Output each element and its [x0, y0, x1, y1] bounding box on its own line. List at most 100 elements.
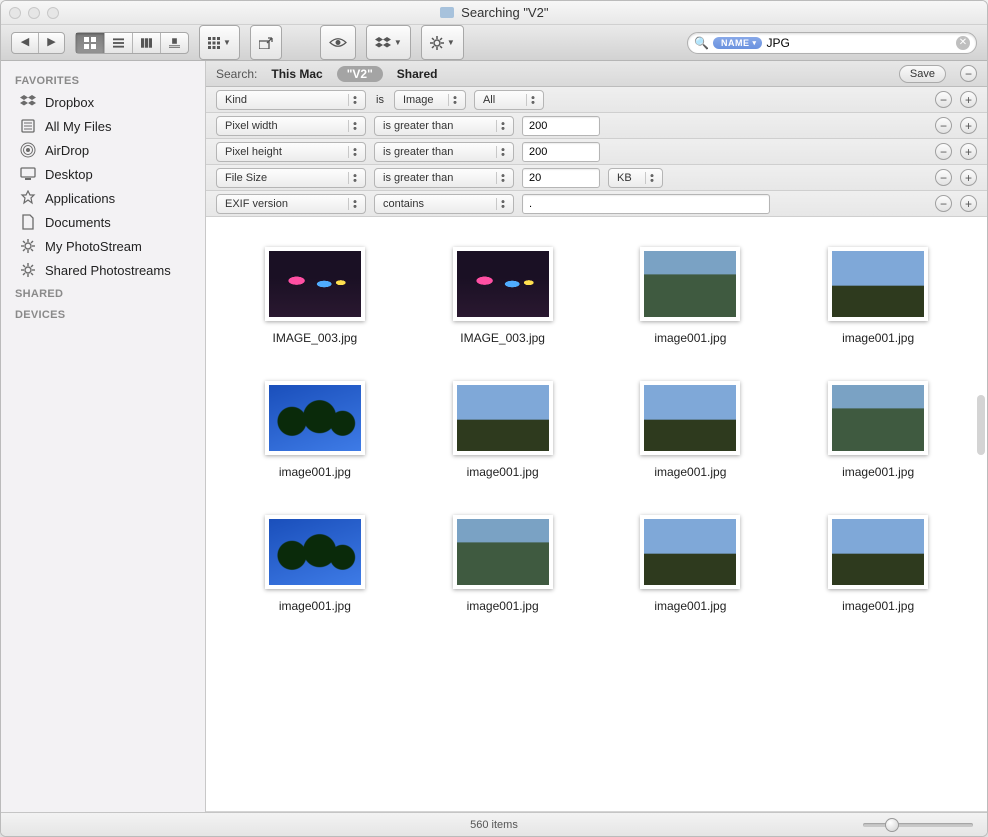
gear-icon [19, 237, 37, 255]
dropbox-button[interactable]: ▼ [366, 25, 411, 60]
view-columns-button[interactable] [132, 33, 160, 53]
remove-criteria-button[interactable]: − [935, 169, 952, 186]
file-name: image001.jpg [279, 465, 351, 479]
forward-button[interactable]: ▶ [38, 33, 64, 53]
sidebar-item-label: Dropbox [45, 95, 94, 110]
window-title: Searching "V2" [1, 5, 987, 20]
back-button[interactable]: ◀ [12, 33, 38, 53]
criteria-row: EXIF version contains −+ [206, 191, 987, 217]
results-area[interactable]: IMAGE_003.jpgIMAGE_003.jpgimage001.jpgim… [206, 217, 987, 811]
result-item[interactable]: image001.jpg [602, 515, 780, 613]
chevron-right-icon: ▶ [39, 33, 63, 53]
criteria-value-input[interactable] [522, 168, 600, 188]
search-field[interactable]: 🔍 NAME ✕ [687, 32, 977, 54]
view-list-button[interactable] [104, 33, 132, 53]
dropbox-icon [19, 93, 37, 111]
add-criteria-button[interactable]: + [960, 195, 977, 212]
desktop-icon [19, 165, 37, 183]
sidebar-header: SHARED [1, 282, 205, 303]
criteria-attribute-select[interactable]: Pixel height [216, 142, 366, 162]
sidebar-item-desktop[interactable]: Desktop [1, 162, 205, 186]
add-criteria-button[interactable]: + [960, 143, 977, 160]
sidebar-item-documents[interactable]: Documents [1, 210, 205, 234]
share-button[interactable] [250, 25, 282, 60]
remove-scope-button[interactable]: − [960, 65, 977, 82]
save-search-button[interactable]: Save [899, 65, 946, 83]
result-item[interactable]: image001.jpg [602, 247, 780, 345]
clear-search-button[interactable]: ✕ [956, 36, 970, 50]
thumbnail [453, 247, 553, 321]
add-criteria-button[interactable]: + [960, 91, 977, 108]
criteria-operator-select[interactable]: is greater than [374, 142, 514, 162]
window-title-text: Searching "V2" [461, 5, 548, 20]
criteria-unit-select[interactable]: KB [608, 168, 663, 188]
file-name: IMAGE_003.jpg [273, 331, 358, 345]
add-criteria-button[interactable]: + [960, 169, 977, 186]
sidebar-item-airdrop[interactable]: AirDrop [1, 138, 205, 162]
criteria-extra-select[interactable]: All [474, 90, 544, 110]
criteria-attribute-select[interactable]: Kind [216, 90, 366, 110]
criteria-value-select[interactable]: Image [394, 90, 466, 110]
zoom-slider[interactable] [863, 818, 973, 832]
action-button[interactable]: ▼ [421, 25, 464, 60]
quicklook-button[interactable] [320, 25, 356, 60]
criteria-operator-select[interactable]: contains [374, 194, 514, 214]
arrange-button[interactable]: ▼ [199, 25, 240, 60]
zoom-button[interactable] [47, 7, 59, 19]
chevron-down-icon: ▼ [394, 39, 402, 47]
thumbnail [828, 247, 928, 321]
scope-this-mac[interactable]: This Mac [271, 67, 322, 81]
result-item[interactable]: image001.jpg [602, 381, 780, 479]
search-token-name[interactable]: NAME [713, 37, 763, 49]
sidebar-item-all-my-files[interactable]: All My Files [1, 114, 205, 138]
criteria-attribute-select[interactable]: EXIF version [216, 194, 366, 214]
minimize-button[interactable] [28, 7, 40, 19]
criteria-operator-select[interactable]: is greater than [374, 116, 514, 136]
close-button[interactable] [9, 7, 21, 19]
result-item[interactable]: image001.jpg [414, 515, 592, 613]
scope-v2[interactable]: "V2" [337, 66, 383, 82]
result-item[interactable]: image001.jpg [789, 515, 967, 613]
criteria-attribute-select[interactable]: File Size [216, 168, 366, 188]
sidebar-item-applications[interactable]: Applications [1, 186, 205, 210]
result-item[interactable]: IMAGE_003.jpg [226, 247, 404, 345]
folder-icon [440, 7, 454, 18]
remove-criteria-button[interactable]: − [935, 91, 952, 108]
criteria-value-input[interactable] [522, 194, 770, 214]
grid-small-icon [208, 37, 220, 49]
airdrop-icon [19, 141, 37, 159]
thumbnail [265, 247, 365, 321]
remove-criteria-button[interactable]: − [935, 195, 952, 212]
titlebar: Searching "V2" [1, 1, 987, 25]
criteria-attribute-select[interactable]: Pixel width [216, 116, 366, 136]
share-icon [259, 37, 273, 49]
criteria-value-input[interactable] [522, 142, 600, 162]
gear-icon [19, 261, 37, 279]
result-item[interactable]: IMAGE_003.jpg [414, 247, 592, 345]
scrollbar-thumb[interactable] [977, 395, 985, 455]
scope-shared[interactable]: Shared [397, 67, 438, 81]
thumbnail [453, 515, 553, 589]
sidebar-item-shared-photostreams[interactable]: Shared Photostreams [1, 258, 205, 282]
add-criteria-button[interactable]: + [960, 117, 977, 134]
sidebar-item-label: Applications [45, 191, 115, 206]
eye-icon [329, 37, 347, 48]
remove-criteria-button[interactable]: − [935, 117, 952, 134]
results-grid: IMAGE_003.jpgIMAGE_003.jpgimage001.jpgim… [206, 217, 987, 623]
criteria-value-input[interactable] [522, 116, 600, 136]
result-item[interactable]: image001.jpg [226, 381, 404, 479]
result-item[interactable]: image001.jpg [789, 381, 967, 479]
sidebar-item-label: My PhotoStream [45, 239, 142, 254]
view-icons-button[interactable] [76, 33, 104, 53]
result-item[interactable]: image001.jpg [414, 381, 592, 479]
criteria-operator-select[interactable]: is greater than [374, 168, 514, 188]
view-coverflow-button[interactable] [160, 33, 188, 53]
sidebar-item-my-photostream[interactable]: My PhotoStream [1, 234, 205, 258]
result-item[interactable]: image001.jpg [789, 247, 967, 345]
search-input[interactable] [766, 36, 952, 50]
chevron-down-icon: ▼ [223, 39, 231, 47]
remove-criteria-button[interactable]: − [935, 143, 952, 160]
sidebar-item-dropbox[interactable]: Dropbox [1, 90, 205, 114]
result-item[interactable]: image001.jpg [226, 515, 404, 613]
zoom-knob[interactable] [885, 818, 899, 832]
